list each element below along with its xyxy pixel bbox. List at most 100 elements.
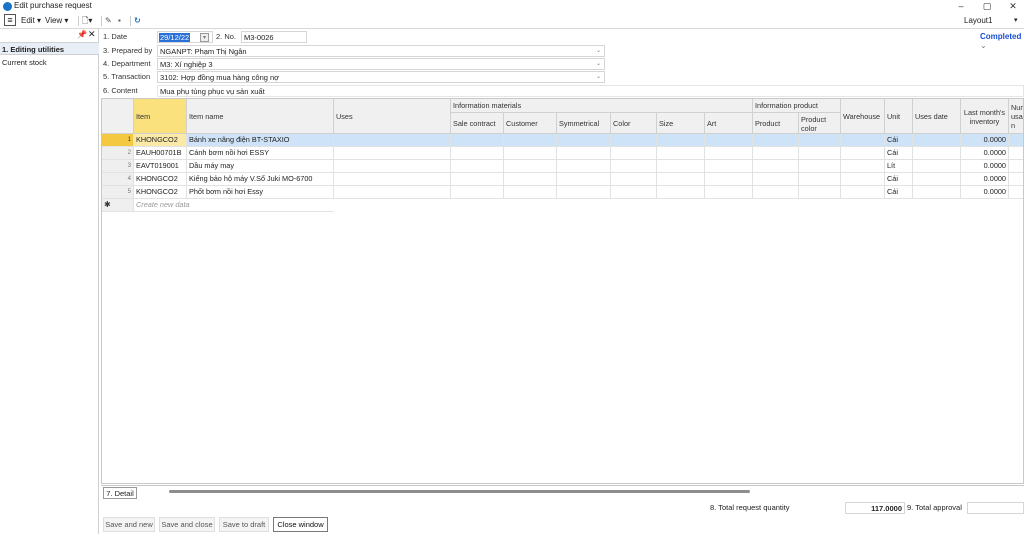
grid-cell[interactable] [657,147,705,160]
item-name-cell[interactable]: Cánh bơm nồi hơi ESSY [187,147,334,160]
grid-cell[interactable] [799,173,841,186]
grid-cell[interactable] [705,147,753,160]
column-header-size[interactable]: Size [657,113,705,134]
grid-cell[interactable] [504,186,557,199]
grid-cell[interactable] [705,160,753,173]
column-header-art[interactable]: Art [705,113,753,134]
unit-cell[interactable]: Cái [885,147,913,160]
grid-cell[interactable] [504,160,557,173]
sidebar-item-editing-utilities[interactable]: 1. Editing utilities [0,42,99,55]
item-code-cell[interactable]: KHONGCO2 [134,134,187,147]
column-header-item[interactable]: Item [134,99,187,134]
grid-cell[interactable] [451,186,504,199]
item-name-cell[interactable]: Bánh xe nâng điện BT-STAXIO [187,134,334,147]
grid-cell[interactable] [753,134,799,147]
column-header-sale-contract[interactable]: Sale contract [451,113,504,134]
grid-cell[interactable] [504,147,557,160]
column-header-unit[interactable]: Unit [885,99,913,134]
view-menu[interactable]: View ▾ [45,15,68,27]
grid-cell[interactable] [799,160,841,173]
grid-cell[interactable] [657,134,705,147]
grid-cell[interactable] [657,160,705,173]
inventory-cell[interactable]: 0.0000 [961,134,1009,147]
chevron-down-icon[interactable]: ⌄ [596,59,601,70]
inventory-cell[interactable]: 0.0000 [961,160,1009,173]
grid-cell[interactable] [1009,147,1023,160]
grid-cell[interactable] [913,147,961,160]
unit-cell[interactable]: Lít [885,160,913,173]
status-badge[interactable]: Completed ⌄ [980,32,1024,50]
minimize-button[interactable]: – [950,0,972,13]
inventory-cell[interactable]: 0.0000 [961,147,1009,160]
column-header-product[interactable]: Product [753,113,799,134]
grid-cell[interactable] [611,186,657,199]
item-code-cell[interactable]: KHONGCO2 [134,186,187,199]
content-field[interactable]: Mua phụ tùng phục vụ sản xuất [157,85,1024,97]
grid-cell[interactable] [799,134,841,147]
grid-cell[interactable] [557,147,611,160]
restore-button[interactable]: ▢ [976,0,998,13]
no-field[interactable]: M3-0026 [241,31,307,43]
column-header-num-usage[interactable]: Num usa n [1009,99,1023,134]
column-header-color[interactable]: Color [611,113,657,134]
item-name-cell[interactable]: Phốt bơm nồi hơi Essy [187,186,334,199]
close-window-button[interactable]: Close window [273,517,328,532]
save-and-close-button[interactable]: Save and close [159,517,215,532]
new-document-icon[interactable]: 🗋▾ [82,15,92,27]
close-window-icon[interactable]: ✕ [1002,0,1024,13]
grid-cell[interactable] [557,160,611,173]
item-code-cell[interactable]: KHONGCO2 [134,173,187,186]
grid-cell[interactable] [799,147,841,160]
pin-icon[interactable]: 📌 [77,30,87,39]
grid-cell[interactable] [705,173,753,186]
grid-cell[interactable] [841,173,885,186]
grid-cell[interactable] [913,160,961,173]
grid-cell[interactable] [1009,186,1023,199]
horizontal-scrollbar[interactable] [169,490,750,493]
grid-cell[interactable] [557,173,611,186]
layout-select[interactable]: Layout1 [964,15,992,27]
grid-cell[interactable] [611,160,657,173]
grid-cell[interactable] [1009,134,1023,147]
grid-cell[interactable] [611,173,657,186]
calendar-dropdown-icon[interactable]: ▾ [200,33,209,42]
refresh-icon[interactable]: ↻ [134,15,141,27]
grid-cell[interactable] [753,160,799,173]
pencil-icon[interactable]: ✎ [105,15,112,27]
item-name-cell[interactable]: Kiếng bảo hộ máy V.Sổ Juki MO-6700 [187,173,334,186]
grid-cell[interactable] [705,134,753,147]
column-header-uses[interactable]: Uses [334,99,451,134]
grid-cell[interactable] [1009,160,1023,173]
save-and-new-button[interactable]: Save and new [103,517,155,532]
column-header-last-inventory[interactable]: Last month's inventory [961,99,1009,134]
chevron-down-icon[interactable]: ⌄ [596,46,601,57]
grid-cell[interactable] [334,134,451,147]
grid-cell[interactable] [334,160,451,173]
grid-cell[interactable] [557,186,611,199]
menu-icon[interactable]: ≡ [4,14,16,26]
unit-cell[interactable]: Cái [885,186,913,199]
close-panel-icon[interactable]: ✕ [88,29,96,40]
column-header-item-name[interactable]: Item name [187,99,334,134]
grid-cell[interactable] [504,134,557,147]
grid-cell[interactable] [451,147,504,160]
unit-cell[interactable]: Cái [885,173,913,186]
grid-cell[interactable] [611,147,657,160]
create-new-data-row[interactable]: Create new data [134,199,334,212]
chevron-down-icon[interactable]: ⌄ [596,72,601,83]
grid-cell[interactable] [451,160,504,173]
save-to-draft-button[interactable]: Save to draft [219,517,269,532]
grid-cell[interactable] [451,134,504,147]
grid-cell[interactable] [841,186,885,199]
grid-cell[interactable] [799,186,841,199]
grid-cell[interactable] [334,147,451,160]
grid-cell[interactable] [753,186,799,199]
transaction-field[interactable]: 3102: Hợp đồng mua hàng công nợ ⌄ [157,71,605,83]
grid-cell[interactable] [913,186,961,199]
grid-cell[interactable] [841,147,885,160]
department-field[interactable]: M3: Xí nghiệp 3 ⌄ [157,58,605,70]
item-code-cell[interactable]: EAVT019001 [134,160,187,173]
grid-cell[interactable] [753,147,799,160]
grid-cell[interactable] [705,186,753,199]
edit-menu[interactable]: Edit ▾ [21,15,41,27]
